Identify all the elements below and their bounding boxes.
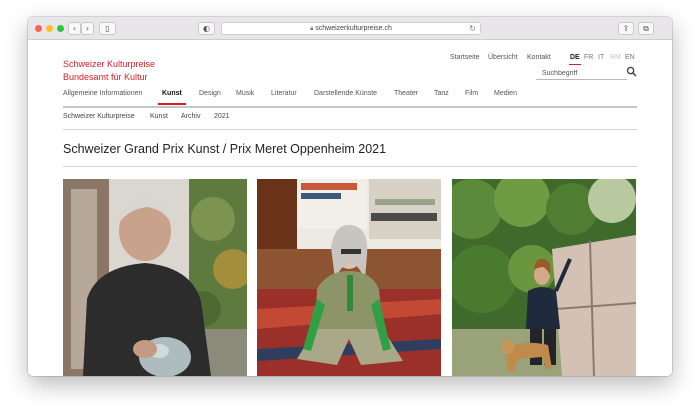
brand-line-2: Bundesamt für Kultur [63, 72, 148, 82]
lang-en[interactable]: EN [625, 54, 635, 61]
close-window-button[interactable] [35, 25, 42, 32]
nav-kunst[interactable]: Kunst [158, 90, 186, 105]
minimize-window-button[interactable] [46, 25, 53, 32]
brand-line-1: Schweizer Kulturpreise [63, 59, 156, 69]
nav-literatur[interactable]: Literatur [271, 90, 297, 97]
tabs-overview-button[interactable]: ⧉ [638, 22, 654, 35]
breadcrumb-item[interactable]: Kunst [150, 113, 168, 120]
search-input[interactable] [536, 67, 627, 80]
reload-icon[interactable]: ↻ [469, 23, 476, 34]
zoom-window-button[interactable] [57, 25, 64, 32]
site-logo[interactable]: Schweizer Kulturpreise Bundesamt für Kul… [63, 58, 155, 84]
address-url: schweizerkulturpreise.ch [315, 25, 392, 32]
share-button[interactable]: ⇪ [618, 22, 634, 35]
reader-privacy-button[interactable]: ◐ [198, 22, 215, 35]
browser-window: ‹ › ▯ ◐ 🔒︎ schweizerkulturpreise.ch ↻ ⇪ ⧉… [28, 17, 672, 376]
sidebar-toggle-button[interactable]: ▯ [99, 22, 116, 35]
photo-laureate-3[interactable] [452, 179, 636, 376]
search-icon[interactable] [626, 66, 637, 77]
lang-de[interactable]: DE [569, 54, 581, 65]
breadcrumb-item[interactable]: Archiv [181, 113, 200, 120]
lang-it[interactable]: IT [598, 54, 604, 61]
nav-medien[interactable]: Medien [494, 90, 517, 97]
top-link-startseite[interactable]: Startseite [450, 54, 480, 61]
photo-laureate-1[interactable] [63, 179, 247, 376]
nav-underline-rule [63, 106, 637, 108]
top-link-uebersicht[interactable]: Übersicht [488, 54, 518, 61]
photo-laureate-2[interactable] [257, 179, 441, 376]
nav-design[interactable]: Design [199, 90, 221, 97]
web-page: Schweizer Kulturpreise Bundesamt für Kul… [28, 40, 672, 376]
nav-darstellende-kuenste[interactable]: Darstellende Künste [314, 90, 377, 97]
nav-allgemeine-informationen[interactable]: Allgemeine Informationen [63, 90, 142, 97]
address-bar[interactable]: 🔒︎ schweizerkulturpreise.ch ↻ [221, 22, 481, 35]
portrait-photo-1 [63, 179, 247, 376]
nav-film[interactable]: Film [465, 90, 478, 97]
portrait-photo-3 [452, 179, 636, 376]
browser-toolbar: ‹ › ▯ ◐ 🔒︎ schweizerkulturpreise.ch ↻ ⇪ ⧉ [28, 17, 672, 40]
breadcrumb-divider [63, 129, 637, 130]
lang-fr[interactable]: FR [584, 54, 593, 61]
page-title: Schweizer Grand Prix Kunst / Prix Meret … [63, 142, 387, 156]
lock-icon: 🔒︎ [310, 26, 314, 32]
nav-musik[interactable]: Musik [236, 90, 254, 97]
nav-tanz[interactable]: Tanz [434, 90, 449, 97]
portrait-photo-2 [257, 179, 441, 376]
back-button[interactable]: ‹ [68, 22, 81, 35]
breadcrumb-item[interactable]: Schweizer Kulturpreise [63, 113, 135, 120]
forward-button[interactable]: › [81, 22, 94, 35]
lang-rm: RM [610, 54, 621, 61]
nav-theater[interactable]: Theater [394, 90, 418, 97]
breadcrumb-item: 2021 [214, 113, 230, 120]
top-link-kontakt[interactable]: Kontakt [527, 54, 551, 61]
title-divider [63, 166, 637, 167]
